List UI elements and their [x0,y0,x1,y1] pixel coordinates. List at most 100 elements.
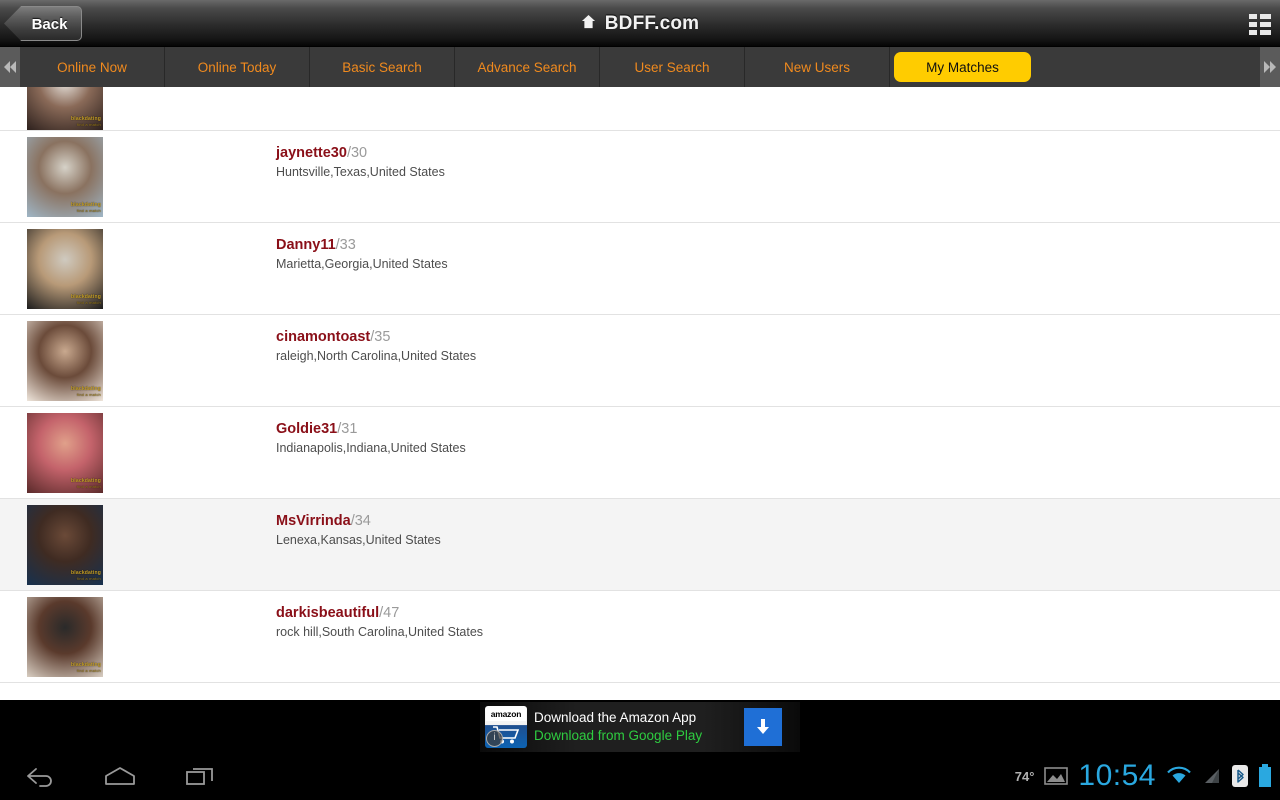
avatar-image: blackdating find a match [27,229,103,309]
title-bar: Back BDFF.com [0,0,1280,47]
avatar-watermark: blackdating find a match [71,116,101,127]
avatar-watermark-sub: find a match [76,392,101,397]
amazon-wordmark: amazon [486,708,526,721]
back-button[interactable]: Back [4,6,82,41]
avatar-image: blackdating find a match [27,321,103,401]
match-row[interactable]: blackdating find a match [0,87,1280,131]
ad-headline: Download the Amazon App [534,710,697,725]
match-row[interactable]: blackdating find a match cinamontoast/35 ra… [0,315,1280,407]
match-info: Goldie31/31 Indianapolis,Indiana,United S… [276,421,466,456]
tab-online-now[interactable]: Online Now [20,47,165,87]
match-info: darkisbeautiful/47 rock hill,South Caroli… [276,605,483,640]
match-location: Indianapolis,Indiana,United States [276,441,466,455]
tab-strip-filler [1035,47,1260,87]
match-list[interactable]: blackdating find a match blackdating find a… [0,87,1280,700]
match-username[interactable]: MsVirrinda [276,513,351,529]
double-chevron-right-icon[interactable] [1260,47,1280,87]
tab-online-today[interactable]: Online Today [165,47,310,87]
page-title: BDFF.com [604,12,700,34]
tab-new-users[interactable]: New Users [745,47,890,87]
avatar[interactable]: blackdating find a match [27,597,103,677]
match-name-line: MsVirrinda/34 [276,513,441,530]
amazon-app-icon: amazon i [485,706,527,748]
tab-user-search[interactable]: User Search [600,47,745,87]
match-username[interactable]: cinamontoast [276,329,370,345]
cell-signal-icon [1202,766,1222,786]
match-name-line: jaynette30/30 [276,145,445,162]
match-row[interactable]: blackdating find a match Goldie31/31 Indian… [0,407,1280,499]
match-info: Danny11/33 Marietta,Georgia,United States [276,237,448,272]
app-screen: Back BDFF.com Online Now Online Today Basi… [0,0,1280,800]
ad-subline: Download from Google Play [534,728,703,743]
ad-area: amazon i Download the Amazon App Downloa… [0,700,1280,752]
avatar[interactable]: blackdating find a match [27,505,103,585]
tab-basic-search[interactable]: Basic Search [310,47,455,87]
photo-icon[interactable] [1044,766,1069,786]
avatar-watermark-sub: find a match [76,208,101,213]
home-icon [581,14,596,34]
match-name-line: Danny11/33 [276,237,448,254]
avatar[interactable]: blackdating find a match [27,137,103,217]
ad-info-icon[interactable]: i [486,730,503,747]
match-username[interactable]: jaynette30 [276,145,347,161]
tab-label: My Matches [894,52,1031,82]
match-location: Huntsville,Texas,United States [276,165,445,179]
match-row[interactable]: blackdating find a match jaynette30/30 Hunt… [0,131,1280,223]
match-location: rock hill,South Carolina,United States [276,625,484,639]
avatar[interactable]: blackdating find a match [27,413,103,493]
nav-back-icon[interactable] [0,752,80,800]
match-age: /47 [379,605,400,621]
avatar-watermark-sub: find a match [76,300,101,305]
double-chevron-left-icon[interactable] [0,47,20,87]
match-age: /33 [335,237,356,253]
nav-home-icon[interactable] [80,752,160,800]
avatar-image: blackdating find a match [27,137,103,217]
title-center-group: BDFF.com [0,0,1280,47]
avatar-image: blackdating find a match [27,87,103,130]
grid-menu-icon[interactable] [1246,11,1274,37]
avatar-watermark: blackdating find a match [71,570,101,581]
match-info: cinamontoast/35 raleigh,North Carolina,Un… [276,329,476,364]
match-age: /30 [346,145,368,161]
match-row[interactable]: blackdating find a match darkisbeautiful/4… [0,591,1280,683]
match-username[interactable]: darkisbeautiful [276,605,379,621]
avatar-watermark-sub: find a match [76,122,101,127]
avatar-watermark: blackdating find a match [71,386,101,397]
avatar[interactable]: blackdating find a match [27,321,103,401]
avatar-image: blackdating find a match [27,505,103,585]
download-arrow-icon[interactable] [744,708,782,746]
match-info: MsVirrinda/34 Lenexa,Kansas,United States [276,513,441,548]
tab-my-matches[interactable]: My Matches [890,47,1035,87]
match-row[interactable]: blackdating find a match Danny11/33 Mariett… [0,223,1280,315]
status-tray: 74° 10:54 [1015,752,1272,800]
match-location: raleigh,North Carolina,United States [276,349,477,363]
amazon-ad-banner[interactable]: amazon i Download the Amazon App Downloa… [480,702,800,752]
tabs-strip: Online Now Online Today Basic Search Advanc… [20,47,1260,87]
avatar-watermark: blackdating find a match [71,294,101,305]
clock: 10:54 [1078,759,1156,792]
avatar-watermark: blackdating find a match [71,478,101,489]
avatar-watermark-sub: find a match [76,484,101,489]
match-location: Lenexa,Kansas,United States [276,533,441,547]
match-username[interactable]: Goldie31 [276,421,337,437]
ad-text-group: Download the Amazon App Download from Go… [534,709,702,745]
match-row[interactable]: blackdating find a match MsVirrinda/34 Lene… [0,499,1280,591]
match-age: /31 [337,421,358,437]
match-age: /34 [350,513,371,529]
battery-icon [1258,764,1272,788]
avatar[interactable]: blackdating find a match [27,229,103,309]
tab-bar: Online Now Online Today Basic Search Advanc… [0,47,1280,87]
match-name-line: Goldie31/31 [276,421,466,438]
nav-recents-icon[interactable] [160,752,240,800]
avatar-watermark-sub: find a match [76,668,101,673]
match-name-line: darkisbeautiful/47 [276,605,483,622]
avatar-watermark: blackdating find a match [71,202,101,213]
avatar-image: blackdating find a match [27,413,103,493]
tab-advance-search[interactable]: Advance Search [455,47,600,87]
temperature-label: 74° [1014,768,1035,784]
avatar[interactable]: blackdating find a match [27,87,103,130]
avatar-image: blackdating find a match [27,597,103,677]
match-age: /35 [370,329,391,345]
match-username[interactable]: Danny11 [276,237,336,253]
system-nav-bar: 74° 10:54 [0,752,1280,800]
